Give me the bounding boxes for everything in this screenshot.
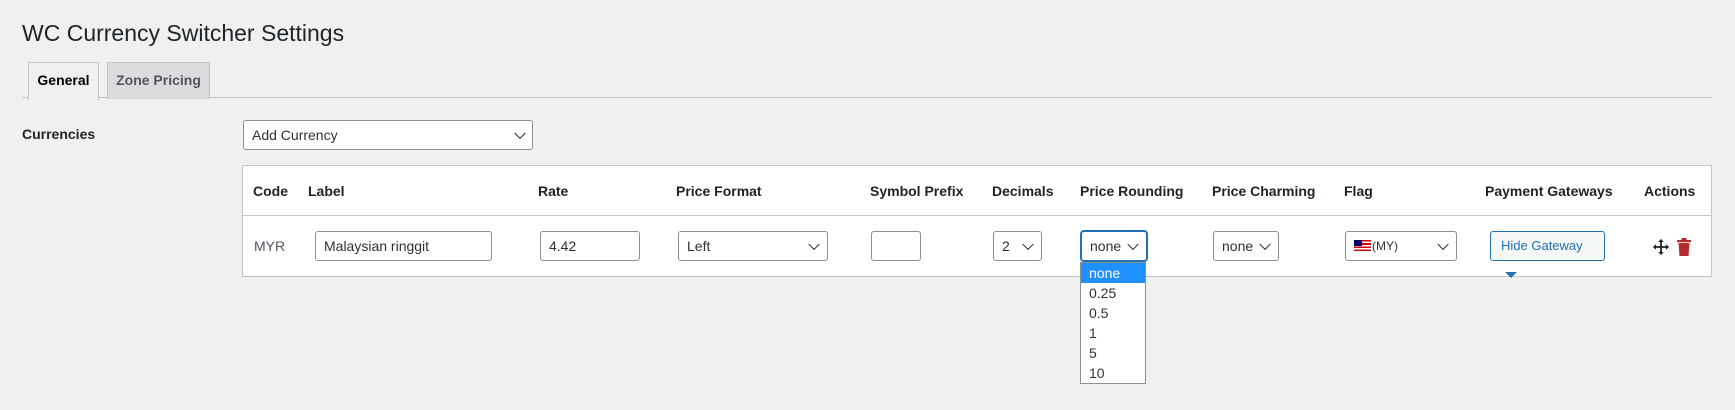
chevron-down-icon [1259,238,1271,251]
tab-bar: General Zone Pricing [22,62,1712,100]
chevron-down-icon [1022,238,1034,251]
rounding-option[interactable]: 10 [1081,363,1145,383]
currency-table: Code Label Rate Price Format Symbol Pref… [242,165,1712,278]
malaysia-flag-icon [1354,240,1371,252]
table-row: MYR Malaysian ringgit 4.42 Left 2 none n… [243,216,1711,278]
hide-gateway-button[interactable]: Hide Gateway [1490,231,1605,278]
move-icon[interactable] [1652,238,1670,256]
header-decimals: Decimals [992,183,1054,199]
add-currency-select[interactable]: Add Currency [243,120,533,150]
flag-select[interactable]: (MY) [1345,231,1457,261]
hide-gateway-label: Hide Gateway [1501,238,1583,253]
chevron-down-icon [808,238,820,251]
currencies-label: Currencies [22,126,96,142]
rounding-option[interactable]: none [1081,263,1145,283]
rounding-option[interactable]: 0.5 [1081,303,1145,323]
header-rate: Rate [538,183,569,199]
currency-code: MYR [254,238,286,254]
chevron-down-icon [1127,238,1139,251]
header-label: Label [308,183,345,199]
header-actions: Actions [1644,183,1696,199]
caret-down-icon [1505,271,1517,278]
flag-value: (MY) [1372,239,1398,253]
trash-icon[interactable] [1676,238,1692,256]
rate-input-value: 4.42 [549,238,577,254]
rounding-option[interactable]: 1 [1081,323,1145,343]
rate-input[interactable]: 4.42 [540,231,640,261]
tab-zone-pricing[interactable]: Zone Pricing [107,62,210,99]
label-input-value: Malaysian ringgit [324,238,430,254]
header-code: Code [253,183,288,199]
price-charming-select[interactable]: none [1213,231,1279,261]
header-price-format: Price Format [676,183,762,199]
label-input[interactable]: Malaysian ringgit [315,231,492,261]
header-flag: Flag [1344,183,1373,199]
chevron-down-icon [1437,238,1449,251]
symbol-prefix-input[interactable] [871,231,921,261]
price-rounding-value: none [1090,238,1122,254]
header-symbol-prefix: Symbol Prefix [870,183,964,199]
header-price-charming: Price Charming [1212,183,1316,199]
table-header: Code Label Rate Price Format Symbol Pref… [243,166,1711,216]
add-currency-value: Add Currency [252,127,338,143]
header-price-rounding: Price Rounding [1080,183,1184,199]
decimals-value: 2 [1002,238,1010,254]
price-format-value: Left [687,238,711,254]
decimals-select[interactable]: 2 [993,231,1042,261]
tab-general[interactable]: General [28,62,99,100]
price-charming-value: none [1222,238,1254,254]
price-rounding-select[interactable]: none [1081,231,1147,261]
chevron-down-icon [514,127,526,140]
header-payment-gateways: Payment Gateways [1485,183,1613,199]
page-title: WC Currency Switcher Settings [22,20,345,46]
rounding-option[interactable]: 5 [1081,343,1145,363]
rounding-option[interactable]: 0.25 [1081,283,1145,303]
price-rounding-dropdown: none 0.25 0.5 1 5 10 [1080,262,1146,384]
price-format-select[interactable]: Left [678,231,828,261]
